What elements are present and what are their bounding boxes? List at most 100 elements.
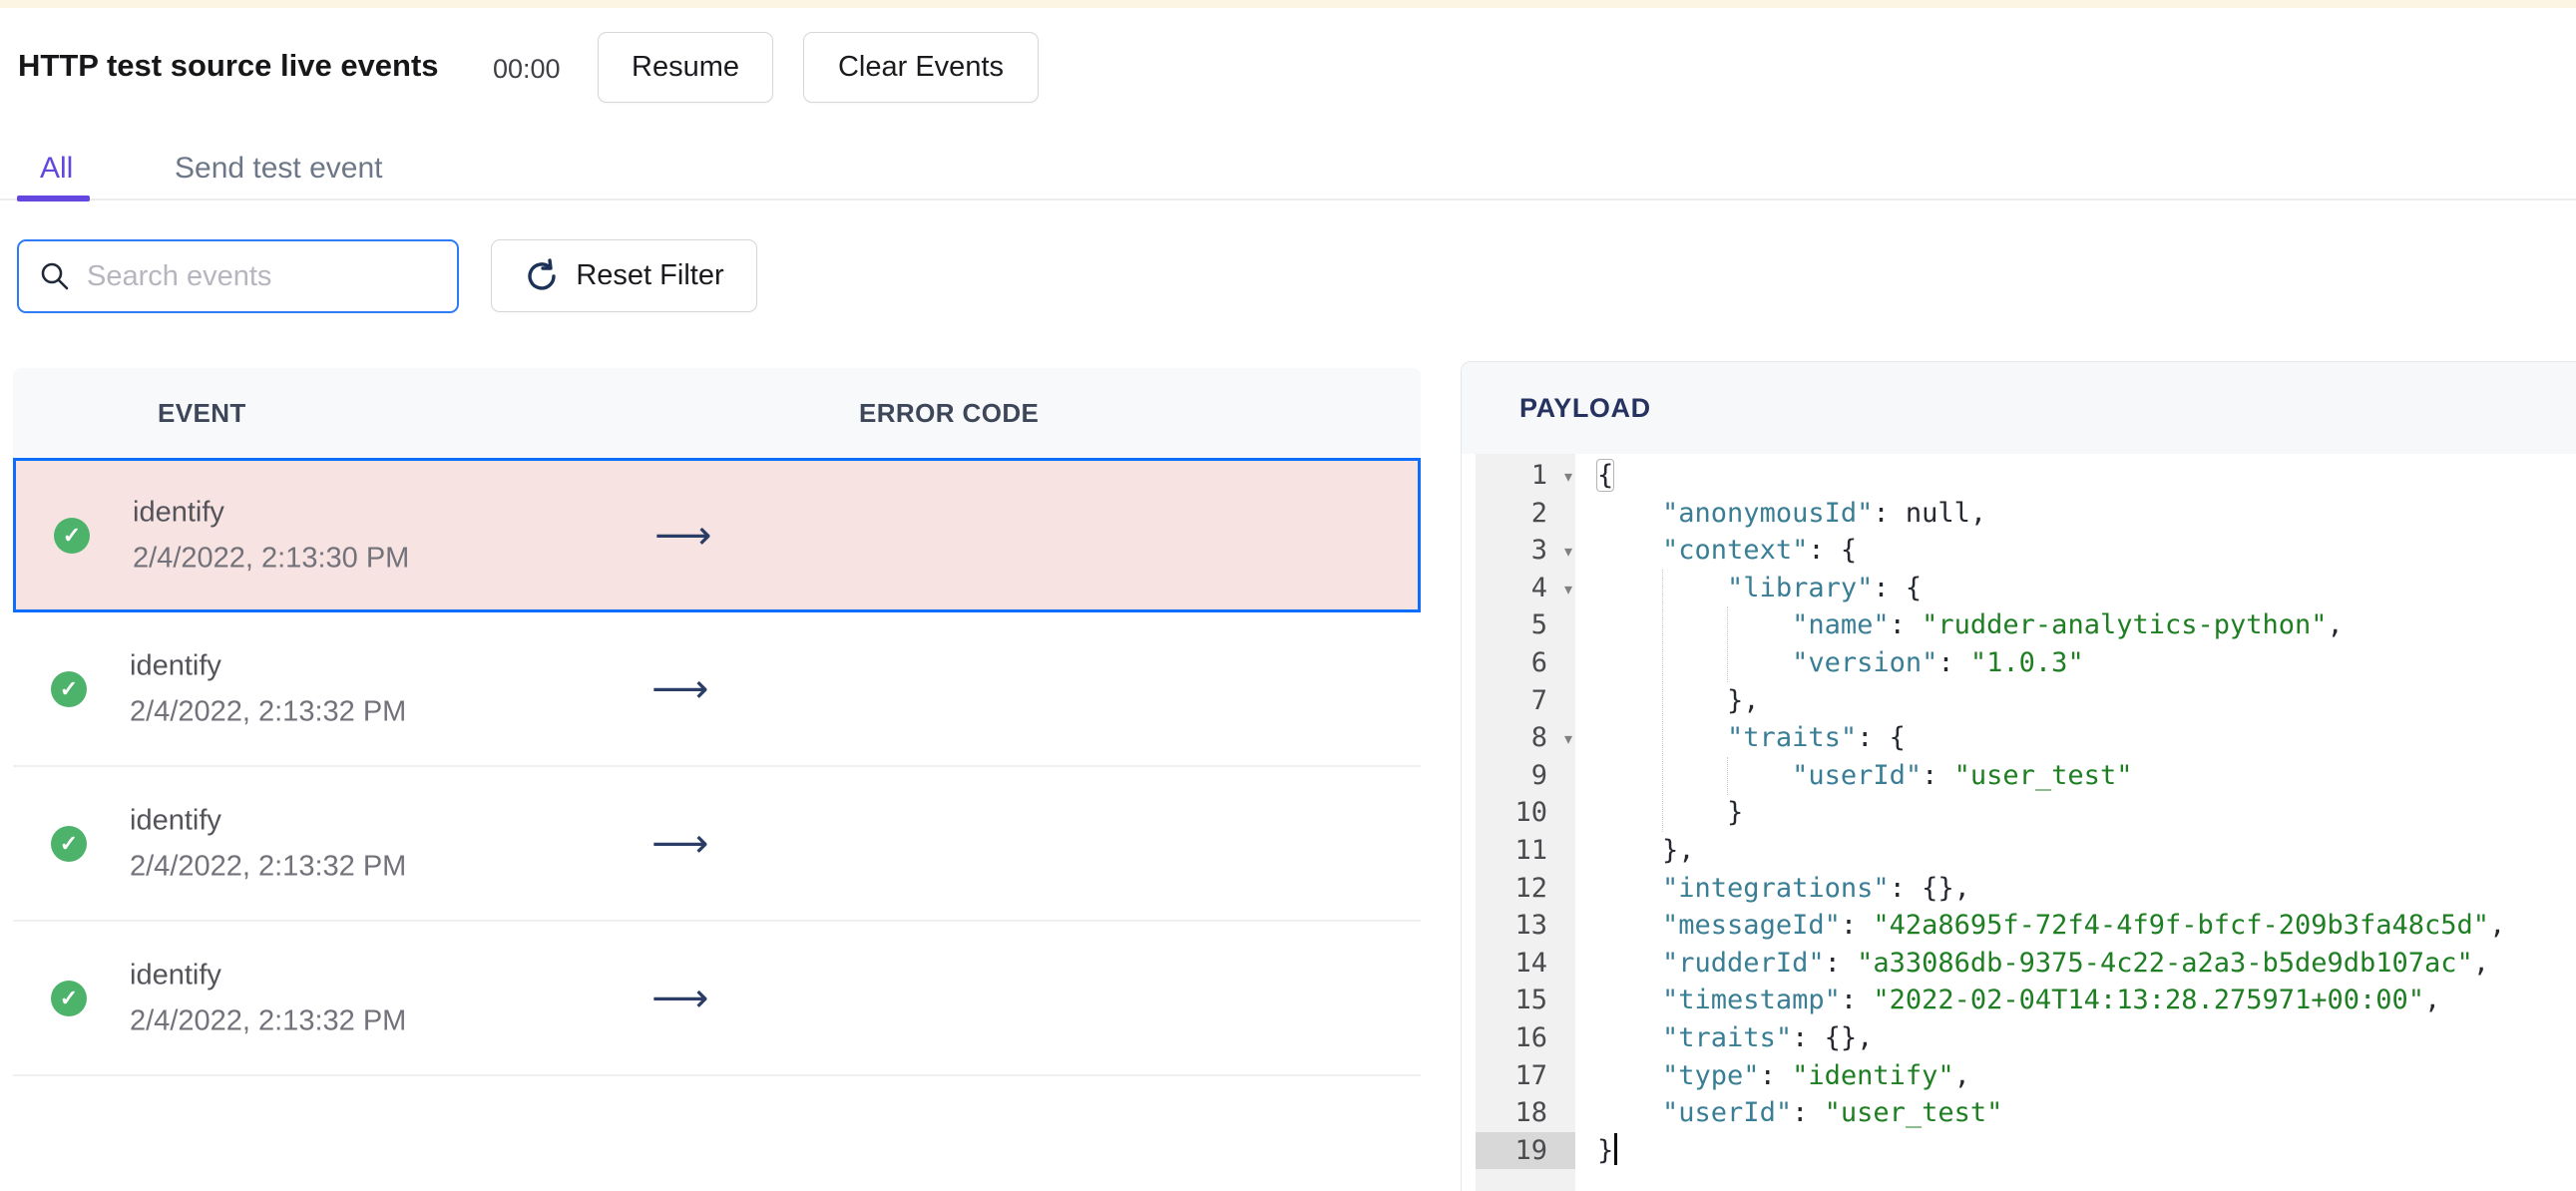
code-line: 8 ▾ "traits": { [1476, 719, 2576, 757]
arrow-right-icon: ⟶ [651, 665, 709, 712]
code-line: 3 ▾ "context": { [1476, 532, 2576, 570]
top-accent-bar [0, 0, 2576, 8]
event-name: identify [130, 804, 221, 836]
payload-panel: PAYLOAD 1▾ { 2▾ "anonymousId": null, 3▾ … [1461, 361, 2576, 1191]
timer-value: 00:00 [493, 54, 561, 84]
search-icon [41, 262, 69, 290]
gutter-cell: 12▾ [1476, 870, 1575, 908]
line-number: 14 [1514, 947, 1547, 979]
event-row[interactable]: ✓ identify 2/4/2022, 2:13:32 PM ⟶ [13, 767, 1421, 922]
code-line: 7▾ }, [1476, 682, 2576, 720]
code-line: 17▾ "type": "identify", [1476, 1057, 2576, 1095]
line-number: 4 [1530, 572, 1547, 603]
line-number: 11 [1514, 834, 1547, 866]
gutter-cell: 16▾ [1476, 1019, 1575, 1057]
code-text: } [1597, 1132, 1618, 1170]
event-row[interactable]: ✓ identify 2/4/2022, 2:13:32 PM ⟶ [13, 612, 1421, 767]
code-text: }, [1727, 684, 1760, 716]
line-number: 8 [1530, 722, 1547, 754]
search-input[interactable] [87, 259, 437, 293]
code-text: "rudderId": "a33086db-9375-4c22-a2a3-b5d… [1662, 947, 2490, 979]
tab-all[interactable]: All [40, 152, 73, 186]
arrow-right-icon: ⟶ [654, 512, 712, 559]
code-text: "context": { [1662, 535, 1858, 567]
event-column-header: EVENT [158, 397, 246, 428]
fold-toggle-icon[interactable]: ▾ [1564, 571, 1572, 608]
code-line: 16▾ "traits": {}, [1476, 1019, 2576, 1057]
event-name: identify [130, 959, 221, 991]
event-rows: ✓ identify 2/4/2022, 2:13:30 PM ⟶ ✓ iden… [13, 458, 1421, 1076]
gutter-cell: 2▾ [1476, 495, 1575, 533]
gutter-cell: 10▾ [1476, 794, 1575, 832]
event-row[interactable]: ✓ identify 2/4/2022, 2:13:32 PM ⟶ [13, 922, 1421, 1076]
code-text: "version": "1.0.3" [1792, 646, 2084, 678]
code-line: 10▾ } [1476, 794, 2576, 832]
code-lines: 1▾ { 2▾ "anonymousId": null, 3▾ "context… [1462, 454, 2576, 1191]
event-row[interactable]: ✓ identify 2/4/2022, 2:13:30 PM ⟶ [13, 458, 1421, 612]
gutter-cell: 9▾ [1476, 757, 1575, 795]
line-number: 12 [1514, 872, 1547, 904]
line-number: 10 [1514, 797, 1547, 829]
gutter-cell: 18▾ [1476, 1094, 1575, 1132]
reset-filter-button[interactable]: Reset Filter [491, 239, 757, 312]
code-line: 6▾ "version": "1.0.3" [1476, 644, 2576, 682]
code-text: }, [1662, 834, 1695, 866]
event-text: identify 2/4/2022, 2:13:32 PM [130, 959, 406, 1037]
line-number: 16 [1514, 1021, 1547, 1053]
event-text: identify 2/4/2022, 2:13:32 PM [130, 649, 406, 728]
code-line: 15▾ "timestamp": "2022-02-04T14:13:28.27… [1476, 982, 2576, 1019]
gutter-cell: 8 ▾ [1476, 719, 1575, 757]
active-tab-underline [17, 196, 90, 201]
code-text: "traits": {}, [1662, 1021, 1874, 1053]
gutter-cell: 14▾ [1476, 945, 1575, 983]
gutter-cell: 11▾ [1476, 832, 1575, 870]
line-number: 18 [1514, 1097, 1547, 1129]
event-text: identify 2/4/2022, 2:13:32 PM [130, 804, 406, 883]
code-text: "userId": "user_test" [1792, 759, 2133, 791]
payload-editor[interactable]: 1▾ { 2▾ "anonymousId": null, 3▾ "context… [1462, 454, 2576, 1191]
payload-panel-header: PAYLOAD [1462, 362, 2576, 454]
event-timestamp: 2/4/2022, 2:13:30 PM [133, 542, 410, 574]
line-number: 19 [1514, 1134, 1547, 1166]
line-number: 17 [1514, 1059, 1547, 1091]
fold-toggle-icon[interactable]: ▾ [1564, 533, 1572, 571]
error-code-column-header: ERROR CODE [859, 397, 1040, 428]
line-number: 15 [1514, 985, 1547, 1016]
gutter-cell: 6▾ [1476, 644, 1575, 682]
success-check-icon: ✓ [54, 517, 90, 554]
code-text: "library": { [1727, 572, 1923, 603]
clear-events-button[interactable]: Clear Events [803, 32, 1039, 103]
event-name: identify [130, 649, 221, 681]
gutter-cell: 17▾ [1476, 1057, 1575, 1095]
reset-filter-label: Reset Filter [576, 259, 724, 291]
arrow-right-icon: ⟶ [651, 820, 709, 867]
code-line: 18▾ "userId": "user_test" [1476, 1094, 2576, 1132]
line-number: 2 [1530, 497, 1547, 529]
code-line: 5▾ "name": "rudder-analytics-python", [1476, 606, 2576, 644]
code-text: "integrations": {}, [1662, 872, 1970, 904]
line-number: 9 [1530, 759, 1547, 791]
code-text: "messageId": "42a8695f-72f4-4f9f-bfcf-20… [1662, 910, 2506, 942]
gutter-cell: 4 ▾ [1476, 570, 1575, 607]
gutter-cell: 3 ▾ [1476, 532, 1575, 570]
search-events-box[interactable] [17, 239, 459, 313]
line-number: 7 [1530, 684, 1547, 716]
refresh-icon [528, 257, 557, 290]
fold-toggle-icon[interactable]: ▾ [1564, 458, 1572, 496]
code-line: 12▾ "integrations": {}, [1476, 870, 2576, 908]
line-number: 3 [1530, 535, 1547, 567]
code-line: 1 ▾ { [1476, 457, 2576, 495]
success-check-icon: ✓ [51, 980, 87, 1016]
code-text: "timestamp": "2022-02-04T14:13:28.275971… [1662, 985, 2441, 1016]
line-number: 5 [1530, 609, 1547, 641]
resume-button[interactable]: Resume [598, 32, 773, 103]
events-table-header: EVENT ERROR CODE [13, 368, 1421, 458]
tab-send-test-event[interactable]: Send test event [175, 152, 382, 186]
code-text: "type": "identify", [1662, 1059, 1970, 1091]
gutter-cell: 19▾ [1476, 1131, 1575, 1170]
gutter-cell: 1 ▾ [1476, 457, 1575, 495]
fold-toggle-icon[interactable]: ▾ [1564, 720, 1572, 758]
line-number: 1 [1530, 460, 1547, 491]
tab-bar-divider [0, 198, 2576, 200]
gutter-cell: 15▾ [1476, 982, 1575, 1019]
